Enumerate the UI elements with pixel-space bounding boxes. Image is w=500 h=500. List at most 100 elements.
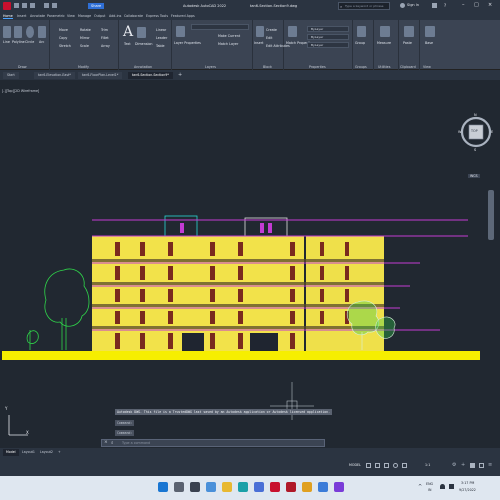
grid-icon[interactable] bbox=[366, 463, 371, 468]
volume-icon[interactable] bbox=[449, 484, 454, 489]
linear-tool[interactable]: Linear bbox=[156, 28, 166, 32]
command-close-icon[interactable]: × bbox=[104, 440, 108, 445]
doc-tab-elevation-east[interactable]: tan6-Elevation-East* bbox=[34, 72, 75, 79]
help-icon[interactable]: ? bbox=[444, 3, 446, 8]
clock-time[interactable]: 3:17 PM bbox=[461, 481, 474, 485]
layer-properties-icon[interactable] bbox=[176, 26, 185, 37]
model-space-button[interactable]: MODEL bbox=[349, 463, 361, 467]
dimension-tool[interactable]: Dimension bbox=[135, 42, 153, 46]
command-search-icon[interactable]: ⌕ bbox=[111, 440, 114, 446]
autocad-icon[interactable] bbox=[270, 482, 280, 492]
circle-tool[interactable]: Circle bbox=[25, 40, 34, 44]
circle-icon[interactable] bbox=[26, 26, 34, 38]
clock-date[interactable]: 9/27/2022 bbox=[459, 488, 476, 492]
move-tool[interactable]: Move bbox=[59, 28, 68, 32]
locale-indicator[interactable]: IN bbox=[428, 488, 431, 492]
ortho-icon[interactable] bbox=[384, 463, 389, 468]
tab-featured-apps[interactable]: Featured Apps bbox=[171, 13, 195, 19]
paste-tool[interactable]: Paste bbox=[403, 41, 412, 45]
tab-parametric[interactable]: Parametric bbox=[47, 13, 65, 19]
undo-icon[interactable] bbox=[44, 3, 49, 8]
fullscreen-icon[interactable] bbox=[479, 463, 484, 468]
mirror-tool[interactable]: Mirror bbox=[80, 36, 90, 40]
store-icon[interactable] bbox=[254, 482, 264, 492]
drawing-canvas[interactable]: [-][Top][2D Wireframe] TOP N S W E WCS Y… bbox=[0, 80, 500, 448]
command-input[interactable]: × ⌕ Type a command bbox=[101, 439, 325, 447]
array-tool[interactable]: Array bbox=[101, 44, 110, 48]
table-tool[interactable]: Table bbox=[156, 44, 165, 48]
layout-tab-model[interactable]: Model bbox=[3, 449, 19, 456]
match-layer-tool[interactable]: Match Layer bbox=[218, 42, 238, 46]
save-icon[interactable] bbox=[30, 3, 35, 8]
layout-tab-layout2[interactable]: Layout2 bbox=[37, 449, 56, 456]
color-dropdown[interactable]: ByLayer bbox=[307, 26, 349, 32]
osnap-icon[interactable] bbox=[402, 463, 407, 468]
tray-chevron-icon[interactable]: ^ bbox=[418, 484, 422, 490]
edge-icon[interactable] bbox=[238, 482, 248, 492]
polyline-tool[interactable]: Polyline bbox=[12, 40, 25, 44]
match-properties-icon[interactable] bbox=[288, 26, 297, 37]
make-current-tool[interactable]: Make Current bbox=[218, 34, 240, 38]
copy-tool[interactable]: Copy bbox=[59, 36, 67, 40]
isolate-icon[interactable] bbox=[470, 463, 475, 468]
stretch-tool[interactable]: Stretch bbox=[59, 44, 71, 48]
tab-output[interactable]: Output bbox=[94, 13, 105, 19]
tab-insert[interactable]: Insert bbox=[17, 13, 26, 19]
tab-annotate[interactable]: Annotate bbox=[30, 13, 45, 19]
share-button[interactable]: Share bbox=[88, 3, 105, 9]
line-tool[interactable]: Line bbox=[3, 40, 10, 44]
paste-icon[interactable] bbox=[404, 26, 414, 37]
viewcube-east[interactable]: E bbox=[491, 130, 493, 134]
minimize-icon[interactable]: – bbox=[462, 2, 465, 8]
snap-icon[interactable] bbox=[375, 463, 380, 468]
layer-properties-tool[interactable]: Layer Properties bbox=[174, 41, 201, 45]
app-logo-icon[interactable] bbox=[3, 2, 11, 10]
tab-collaborate[interactable]: Collaborate bbox=[124, 13, 143, 19]
wcs-menu[interactable]: WCS bbox=[468, 174, 480, 178]
trim-tool[interactable]: Trim bbox=[101, 28, 108, 32]
doc-tab-start[interactable]: Start bbox=[3, 72, 19, 79]
gear-icon[interactable]: ⚙ bbox=[452, 462, 456, 468]
task-view-icon[interactable] bbox=[190, 482, 200, 492]
fillet-tool[interactable]: Fillet bbox=[101, 36, 109, 40]
rotate-tool[interactable]: Rotate bbox=[80, 28, 91, 32]
scale-tool[interactable]: Scale bbox=[80, 44, 89, 48]
cart-icon[interactable] bbox=[432, 3, 437, 8]
file-explorer-icon[interactable] bbox=[222, 482, 232, 492]
dimension-icon[interactable] bbox=[137, 27, 146, 38]
start-icon[interactable] bbox=[158, 482, 168, 492]
autocad-2-icon[interactable] bbox=[286, 482, 296, 492]
doc-tab-section-section9[interactable]: tan6-Section-Section9* bbox=[128, 72, 173, 79]
arc-icon[interactable] bbox=[38, 26, 46, 38]
app-icon[interactable] bbox=[318, 482, 328, 492]
text-icon[interactable]: A bbox=[123, 24, 133, 40]
chrome-icon[interactable] bbox=[302, 482, 312, 492]
viewcube-west[interactable]: W bbox=[458, 130, 461, 134]
search-taskbar-icon[interactable] bbox=[174, 482, 184, 492]
annotation-scale[interactable]: 1:1 bbox=[425, 463, 430, 467]
plus-icon[interactable]: + bbox=[461, 462, 465, 468]
edit-tool[interactable]: Edit bbox=[266, 36, 272, 40]
measure-icon[interactable] bbox=[380, 26, 390, 37]
layer-dropdown[interactable] bbox=[191, 24, 249, 30]
open-icon[interactable] bbox=[22, 3, 27, 8]
new-tab-icon[interactable]: + bbox=[178, 72, 182, 78]
app-2-icon[interactable] bbox=[334, 482, 344, 492]
layout-tab-layout1[interactable]: Layout1 bbox=[19, 449, 38, 456]
viewcube-south[interactable]: S bbox=[474, 148, 476, 152]
tab-view[interactable]: View bbox=[67, 13, 75, 19]
maximize-icon[interactable]: □ bbox=[474, 2, 479, 8]
widgets-icon[interactable] bbox=[206, 482, 216, 492]
user-icon[interactable] bbox=[400, 3, 405, 8]
tab-home[interactable]: Home bbox=[3, 13, 13, 19]
text-tool[interactable]: Text bbox=[124, 42, 131, 46]
tab-manage[interactable]: Manage bbox=[78, 13, 91, 19]
group-icon[interactable] bbox=[357, 26, 366, 37]
tab-express-tools[interactable]: Express Tools bbox=[146, 13, 168, 19]
polar-icon[interactable] bbox=[393, 463, 398, 468]
linetype-dropdown[interactable]: ByLayer bbox=[307, 34, 349, 40]
redo-icon[interactable] bbox=[52, 3, 57, 8]
measure-tool[interactable]: Measure bbox=[377, 41, 391, 45]
doc-tab-floorplan-level1[interactable]: tan6-FloorPlan-Level1* bbox=[78, 72, 123, 79]
viewcube-top-label[interactable]: TOP bbox=[471, 129, 478, 133]
